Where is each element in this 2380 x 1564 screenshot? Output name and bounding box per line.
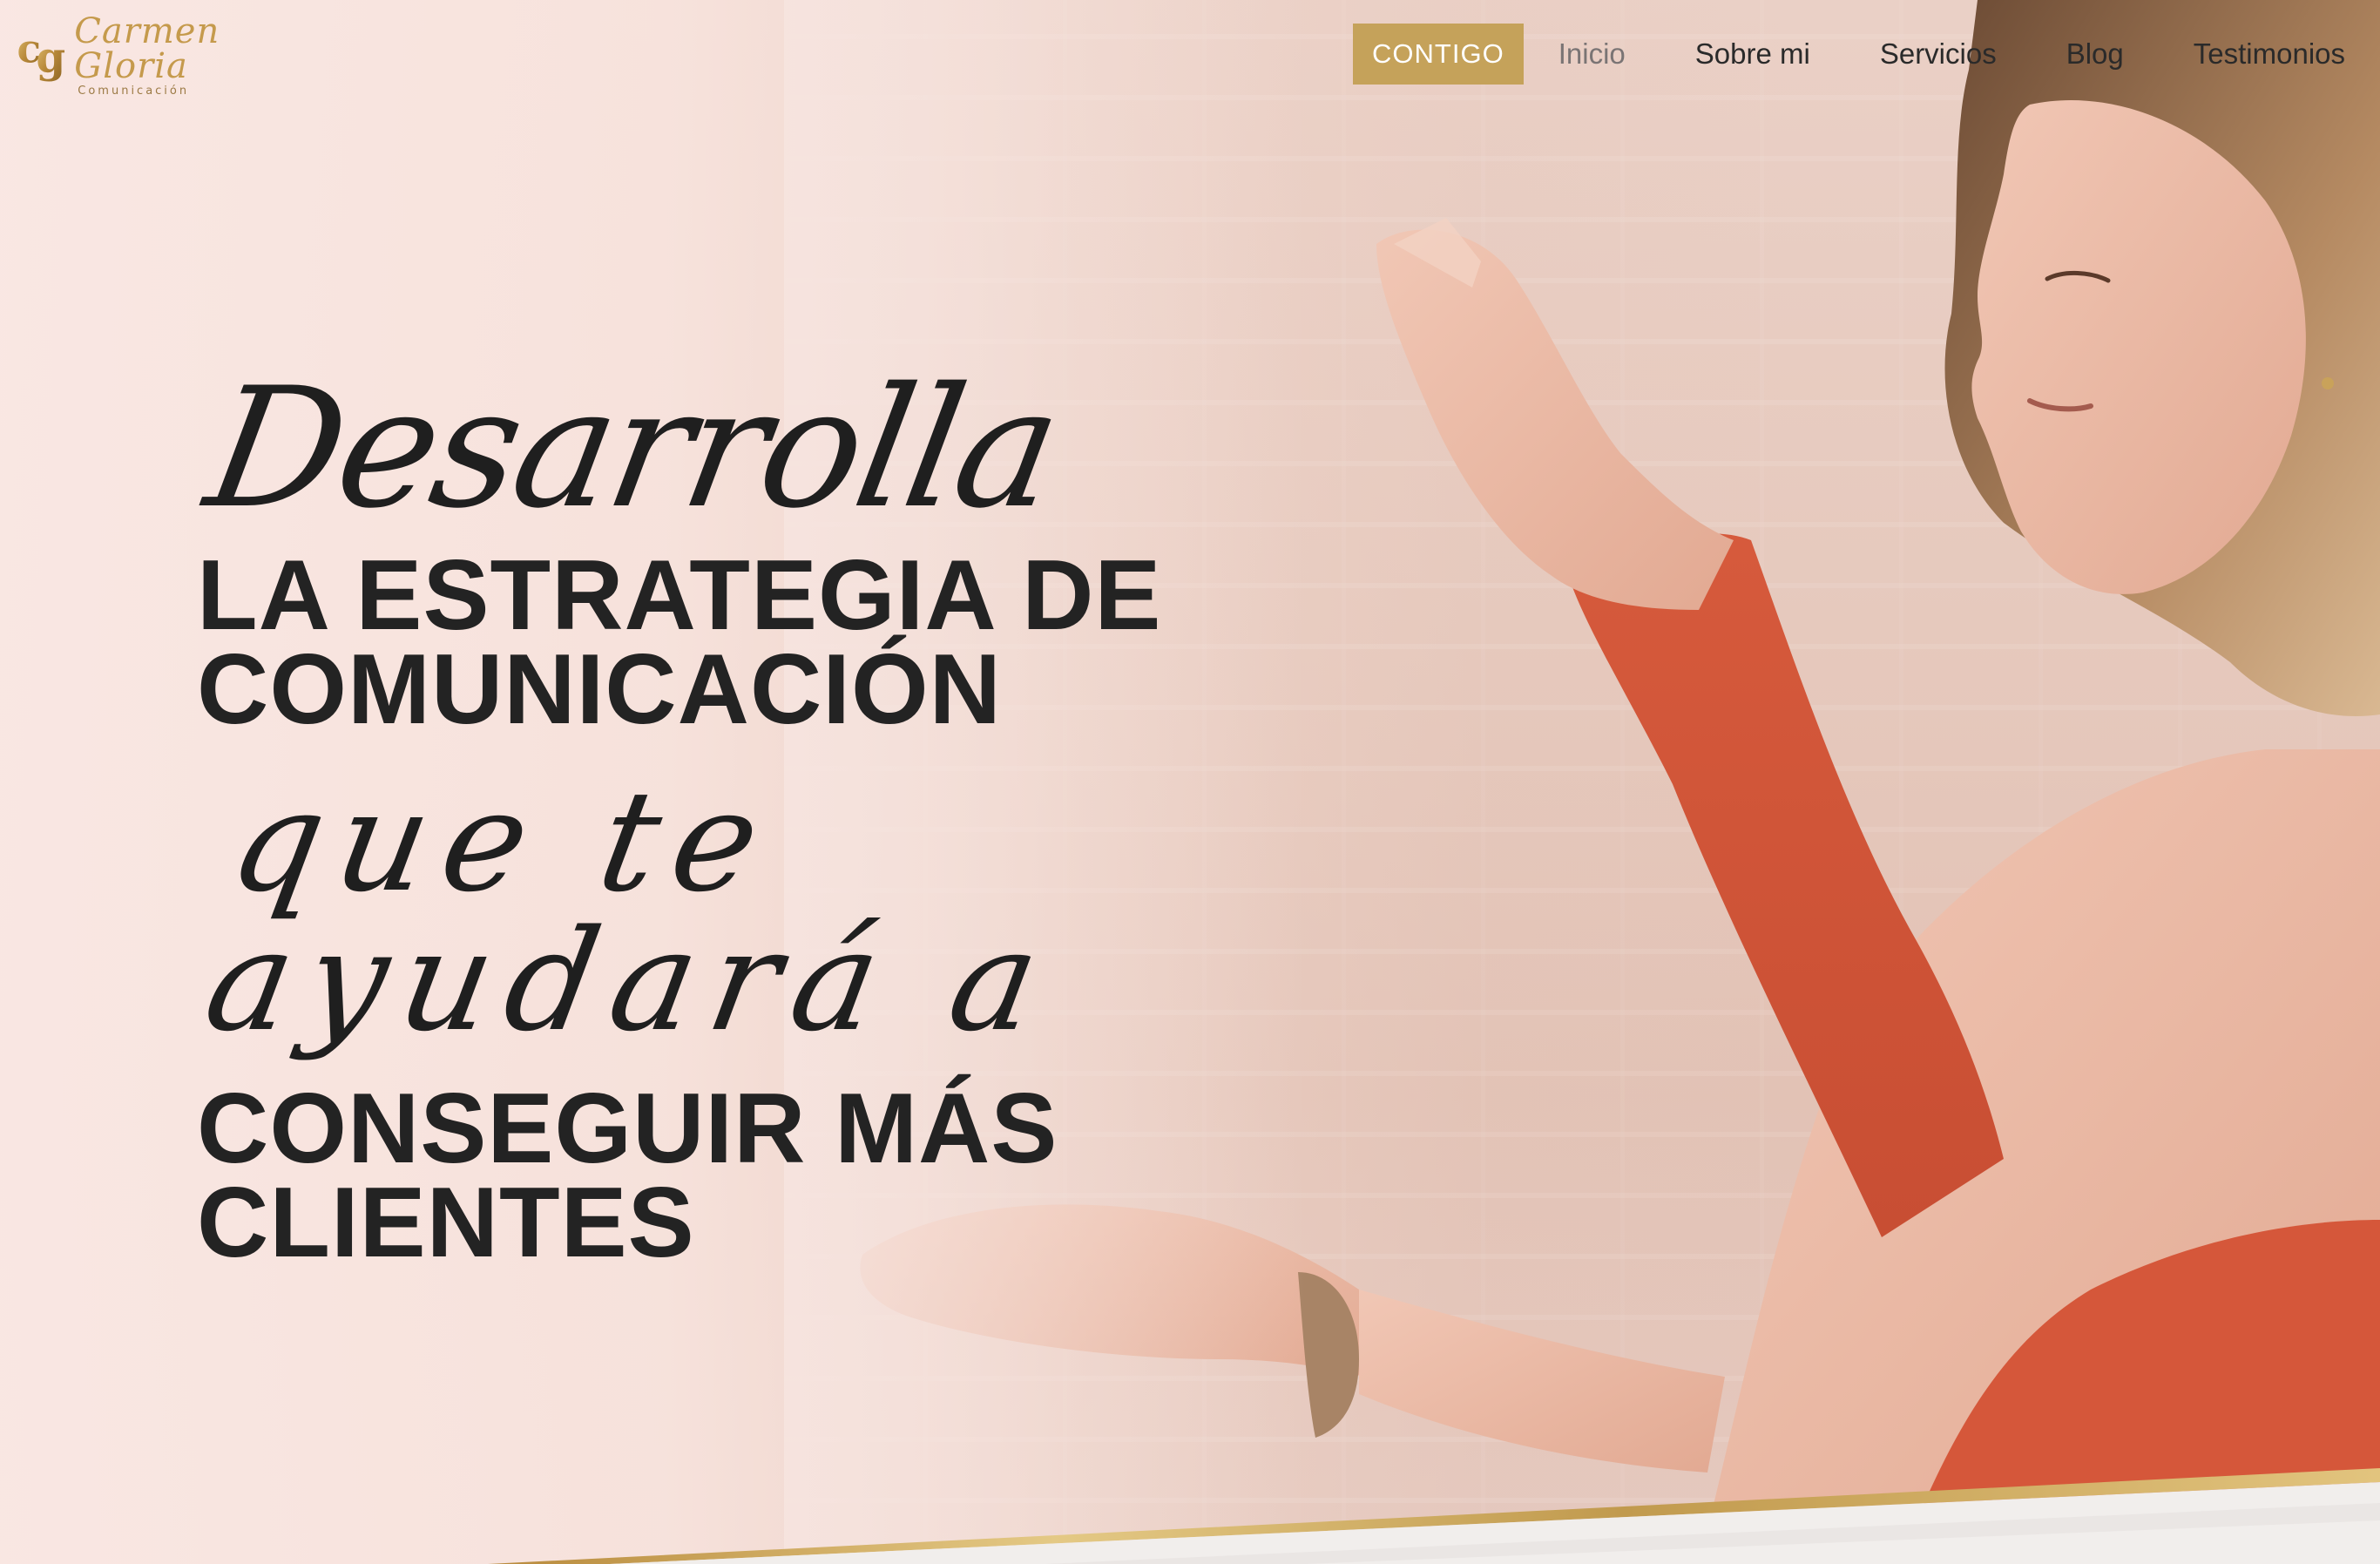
page: c g Carmen Gloria Comunicación CONTIGO I…: [0, 0, 2380, 1564]
nav-item-testimonios[interactable]: Testimonios: [2194, 37, 2345, 71]
svg-text:g: g: [36, 33, 65, 82]
main-navigation: CONTIGO Inicio Sobre mi Servicios Blog T…: [1353, 23, 2345, 85]
nav-item-blog[interactable]: Blog: [2066, 37, 2124, 71]
gold-divider-shape: [488, 1468, 2380, 1564]
raised-hand: [1376, 229, 1734, 610]
hero-heading-line-4: CLIENTES: [197, 1168, 695, 1278]
hero-heading-line-1: LA ESTRATEGIA DE: [197, 540, 1162, 651]
hero-script-que-te-ayudara: que te ayudará a: [194, 760, 1066, 1062]
brand-subtitle: Comunicación: [78, 84, 190, 98]
hero-script-desarrolla: Desarrolla: [194, 352, 1071, 545]
brand-name: Carmen Gloria: [74, 10, 220, 86]
raised-arm-sleeve: [1568, 533, 2004, 1237]
hero-heading-line-3: CONSEGUIR MÁS: [197, 1073, 1058, 1184]
nav-item-servicios[interactable]: Servicios: [1880, 37, 1997, 71]
hero-heading-line-2: COMUNICACIÓN: [197, 634, 1002, 745]
nav-item-inicio[interactable]: Inicio: [1558, 37, 1626, 71]
bottom-gold-divider: [0, 1468, 2380, 1564]
nav-cta-contigo[interactable]: CONTIGO: [1353, 24, 1524, 85]
earring: [2322, 377, 2334, 389]
nav-item-sobre-mi[interactable]: Sobre mi: [1695, 37, 1810, 71]
brand-text: Carmen Gloria Comunicación: [74, 14, 286, 97]
hero-text-block: Desarrolla LA ESTRATEGIA DE COMUNICACIÓN…: [194, 352, 1286, 1278]
site-header: c g Carmen Gloria Comunicación CONTIGO I…: [0, 0, 2380, 105]
lower-forearm: [1359, 1290, 1725, 1473]
brand-logo[interactable]: c g Carmen Gloria Comunicación: [16, 14, 286, 97]
cg-monogram-icon: c g: [17, 26, 66, 83]
